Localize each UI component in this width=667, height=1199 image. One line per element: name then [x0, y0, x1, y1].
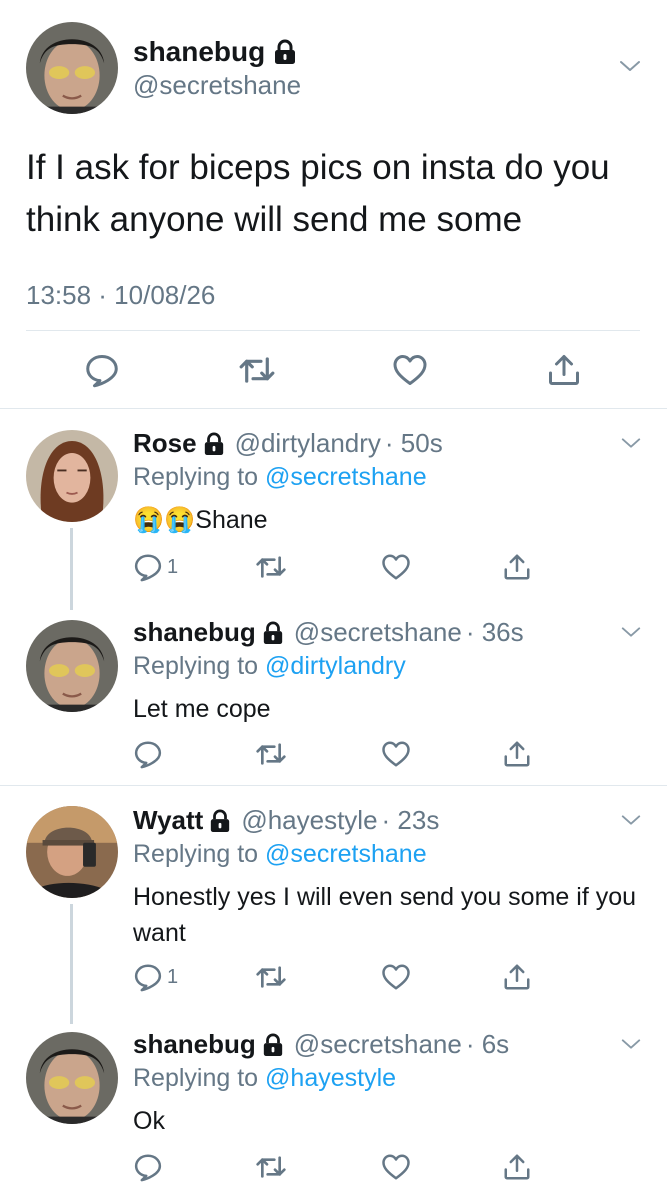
reply-icon[interactable]	[133, 739, 163, 769]
like-icon[interactable]	[381, 962, 411, 992]
author-name[interactable]: shanebug	[133, 1029, 256, 1060]
crying-face-emoji: 😭😭	[133, 506, 196, 534]
reply-icon[interactable]	[133, 552, 163, 582]
author-row: Wyatt @hayestyle · 23s	[133, 805, 439, 836]
mention-link[interactable]: @hayestyle	[265, 1064, 396, 1092]
reply-time: · 50s	[384, 428, 443, 458]
lock-icon	[203, 432, 225, 456]
chevron-down-icon[interactable]	[620, 621, 642, 643]
retweet-icon[interactable]	[255, 551, 287, 583]
reply-action[interactable]: 1	[133, 552, 178, 582]
retweet-icon[interactable]	[255, 1151, 287, 1183]
author-name[interactable]: shanebug	[133, 36, 265, 68]
chevron-down-icon[interactable]	[620, 1033, 642, 1055]
avatar[interactable]	[26, 1032, 118, 1124]
replying-to: Replying to @dirtylandry	[133, 652, 406, 681]
reply-text: Honestly yes I will even send you some i…	[133, 883, 637, 947]
chevron-down-icon[interactable]	[620, 432, 642, 454]
reply-count: 1	[167, 555, 179, 578]
replying-prefix: Replying to	[133, 1064, 259, 1092]
author-name[interactable]: shanebug	[133, 617, 256, 648]
replying-prefix: Replying to	[133, 463, 259, 491]
share-icon[interactable]	[502, 739, 532, 769]
replying-to: Replying to @hayestyle	[133, 1064, 396, 1093]
author-row: shanebug @secretshane · 36s	[133, 617, 524, 648]
author-name[interactable]: Rose	[133, 428, 197, 459]
author-handle[interactable]: @secretshane	[133, 70, 301, 101]
thread-line	[70, 904, 73, 1024]
mention-link[interactable]: @secretshane	[265, 840, 427, 868]
reply-icon[interactable]	[84, 352, 120, 388]
avatar[interactable]	[26, 806, 118, 898]
author-row: shanebug @secretshane · 6s	[133, 1029, 509, 1060]
author-name[interactable]: Wyatt	[133, 805, 203, 836]
divider	[0, 408, 667, 409]
retweet-icon[interactable]	[255, 738, 287, 770]
like-icon[interactable]	[381, 739, 411, 769]
mention-link[interactable]: @secretshane	[265, 463, 427, 491]
reply-text: Let me cope	[133, 695, 271, 723]
author-handle[interactable]: @secretshane	[294, 1029, 462, 1060]
tweet-text: If I ask for biceps pics on insta do you…	[26, 148, 610, 239]
author-name-row[interactable]: shanebug	[133, 36, 297, 68]
share-icon[interactable]	[546, 352, 582, 388]
like-icon[interactable]	[392, 352, 428, 388]
replying-to: Replying to @secretshane	[133, 840, 427, 869]
author-handle[interactable]: @hayestyle	[241, 805, 377, 836]
avatar[interactable]	[26, 620, 118, 712]
share-icon[interactable]	[502, 962, 532, 992]
chevron-down-icon[interactable]	[618, 54, 642, 78]
replying-to: Replying to @secretshane	[133, 463, 427, 492]
lock-icon	[209, 809, 231, 833]
reply-icon[interactable]	[133, 1152, 163, 1182]
lock-icon	[262, 1033, 284, 1057]
retweet-icon[interactable]	[238, 351, 276, 389]
reply-time: · 36s	[465, 617, 524, 647]
lock-icon	[273, 39, 297, 65]
divider	[0, 785, 667, 786]
replying-prefix: Replying to	[133, 840, 259, 868]
author-handle[interactable]: @secretshane	[294, 617, 462, 648]
author-handle[interactable]: @dirtylandry	[235, 428, 381, 459]
reply-count: 1	[167, 965, 179, 988]
author-row: Rose @dirtylandry · 50s	[133, 428, 443, 459]
reply-time: · 23s	[381, 805, 440, 835]
reply-text: Ok	[133, 1107, 165, 1135]
like-icon[interactable]	[381, 1152, 411, 1182]
tweet-timestamp[interactable]: 13:58 · 10/08/26	[26, 280, 215, 311]
lock-icon	[262, 621, 284, 645]
replying-prefix: Replying to	[133, 652, 259, 680]
avatar[interactable]	[26, 430, 118, 522]
share-icon[interactable]	[502, 552, 532, 582]
share-icon[interactable]	[502, 1152, 532, 1182]
chevron-down-icon[interactable]	[620, 809, 642, 831]
reply-time: · 6s	[465, 1029, 510, 1059]
avatar[interactable]	[26, 22, 118, 114]
reply-icon[interactable]	[133, 962, 163, 992]
mention-link[interactable]: @dirtylandry	[265, 652, 406, 680]
reply-action[interactable]: 1	[133, 962, 178, 992]
retweet-icon[interactable]	[255, 961, 287, 993]
reply-text: 😭😭Shane	[133, 502, 268, 538]
divider	[26, 330, 640, 331]
thread-line	[70, 528, 73, 610]
like-icon[interactable]	[381, 552, 411, 582]
reply-text-content: Shane	[195, 506, 268, 534]
